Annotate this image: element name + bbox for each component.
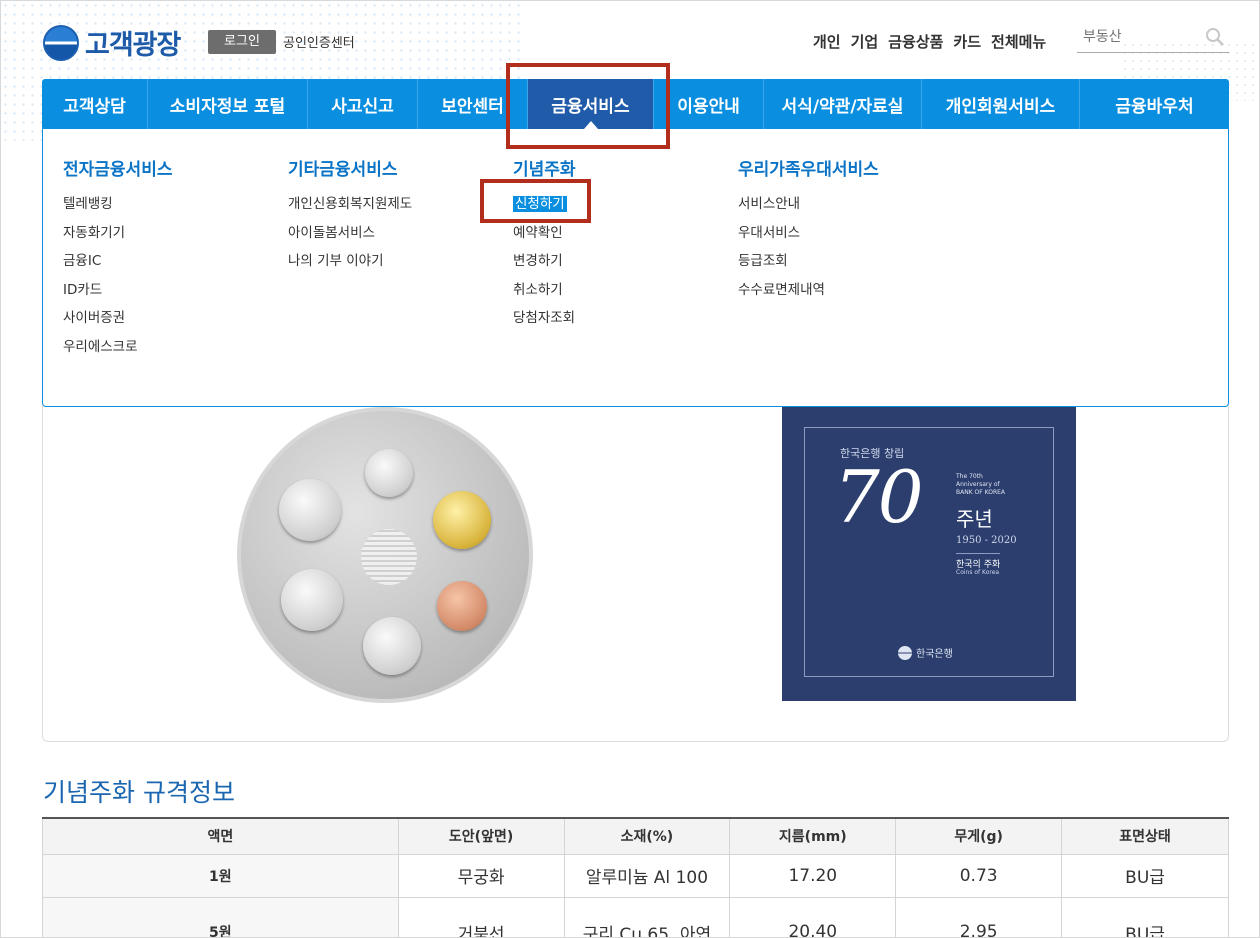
book-ju: 주년 xyxy=(956,507,993,531)
menu-column-e-banking: 전자금융서비스 텔레뱅킹 자동화기기 금융IC ID카드 사이버증권 우리에스크… xyxy=(63,155,172,364)
coin-book-cover: 한국은행 창립 70 The 70th Anniversary of BANK … xyxy=(782,407,1076,701)
gnb-item-accident-report[interactable]: 사고신고 xyxy=(308,79,418,129)
menu-link-service-guide[interactable]: 서비스안내 xyxy=(738,192,879,221)
table-row: 5원 거북선 구리 Cu 65, 아연 20.40 2.95 BU급 xyxy=(42,896,1229,937)
coin-10-won xyxy=(437,581,487,631)
coin-50-won xyxy=(363,617,421,675)
menu-link-cancel[interactable]: 취소하기 xyxy=(513,278,576,307)
top-nav-business[interactable]: 기업 xyxy=(851,31,879,52)
gnb-item-member-service[interactable]: 개인회원서비스 xyxy=(922,79,1080,129)
spec-header-material: 소재(%) xyxy=(563,817,731,855)
menu-link-telebanking[interactable]: 텔레뱅킹 xyxy=(63,192,172,221)
menu-column-title: 기타금융서비스 xyxy=(288,160,398,180)
gnb-item-consumer-portal[interactable]: 소비자정보 포털 xyxy=(148,79,308,129)
search-input[interactable] xyxy=(1077,23,1197,51)
spec-table-header-row: 액면 도안(앞면) 소재(%) 지름(mm) 무게(g) 표면상태 xyxy=(42,817,1229,855)
menu-link-atm[interactable]: 자동화기기 xyxy=(63,221,172,250)
book-korean-coins: 한국의 주화 xyxy=(956,553,1001,570)
menu-link-grade-check[interactable]: 등급조회 xyxy=(738,249,879,278)
menu-link-escrow[interactable]: 우리에스크로 xyxy=(63,335,172,364)
spec-header-diameter: 지름(mm) xyxy=(729,817,897,855)
gnb-item-consult[interactable]: 고객상담 xyxy=(42,79,148,129)
top-nav-card[interactable]: 카드 xyxy=(953,31,981,52)
cert-center-link[interactable]: 공인인증센터 xyxy=(283,32,355,51)
logo-mark-icon xyxy=(43,24,79,61)
spec-table: 액면 도안(앞면) 소재(%) 지름(mm) 무게(g) 표면상태 1원 무궁화… xyxy=(42,817,1229,937)
spec-cell-material: 구리 Cu 65, 아연 xyxy=(563,896,731,937)
book-english: The 70th Anniversary of BANK OF KOREA xyxy=(956,473,1006,496)
spec-cell-weight: 0.73 xyxy=(895,853,1063,898)
login-button[interactable]: 로그인 xyxy=(208,30,276,54)
table-row: 1원 무궁화 알루미늄 Al 100 17.20 0.73 BU급 xyxy=(42,853,1229,898)
menu-link-id-card[interactable]: ID카드 xyxy=(63,278,172,307)
menu-link-fee-exemption[interactable]: 수수료면제내역 xyxy=(738,278,879,307)
menu-link-credit-recovery[interactable]: 개인신용회복지원제도 xyxy=(288,192,412,221)
menu-link-ic[interactable]: 금융IC xyxy=(63,249,172,278)
gnb-item-voucher[interactable]: 금융바우처 xyxy=(1080,79,1229,129)
spec-header-design: 도안(앞면) xyxy=(397,817,565,855)
top-nav: 개인 기업 금융상품 카드 전체메뉴 xyxy=(813,31,1046,52)
mega-menu-dropdown: 전자금융서비스 텔레뱅킹 자동화기기 금융IC ID카드 사이버증권 우리에스크… xyxy=(42,129,1229,407)
spec-cell-diameter: 17.20 xyxy=(729,853,897,898)
coin-100-won xyxy=(365,449,413,497)
menu-column-family-benefit: 우리가족우대서비스 서비스안내 우대서비스 등급조회 수수료면제내역 xyxy=(738,155,879,306)
search-icon[interactable] xyxy=(1205,27,1225,47)
search-box xyxy=(1077,23,1229,53)
menu-link-donation[interactable]: 나의 기부 이야기 xyxy=(288,249,412,278)
spec-cell-face: 5원 xyxy=(42,896,399,937)
book-years: 1950 - 2020 xyxy=(956,535,1017,546)
menu-link-modify[interactable]: 변경하기 xyxy=(513,249,576,278)
menu-link-winner-check[interactable]: 당첨자조회 xyxy=(513,306,576,335)
spec-header-face: 액면 xyxy=(42,817,399,855)
spec-cell-surface: BU급 xyxy=(1061,896,1229,937)
page: 고객광장 로그인 공인인증센터 개인 기업 금융상품 카드 전체메뉴 고객상담 … xyxy=(0,0,1260,938)
spec-cell-material: 알루미늄 Al 100 xyxy=(563,853,731,898)
spec-section-title: 기념주화 규격정보 xyxy=(43,778,235,807)
coin-5-won xyxy=(433,491,491,549)
book-bank-name: 한국은행 xyxy=(916,649,953,660)
site-logo[interactable]: 고객광장 xyxy=(43,23,181,62)
book-coins-en: Coins of Korea xyxy=(956,569,1000,576)
menu-column-title: 우리가족우대서비스 xyxy=(738,160,879,180)
top-nav-products[interactable]: 금융상품 xyxy=(888,31,943,52)
coin-set-image xyxy=(237,407,533,703)
highlight-box-gnb xyxy=(506,63,670,149)
highlight-box-apply xyxy=(480,179,591,223)
coin-center-emblem xyxy=(361,529,417,585)
menu-link-cyber-securities[interactable]: 사이버증권 xyxy=(63,306,172,335)
spec-cell-design: 거북선 xyxy=(397,896,565,937)
spec-cell-weight: 2.95 xyxy=(895,896,1063,937)
coin-500-won xyxy=(279,479,341,541)
menu-link-reservation-check[interactable]: 예약확인 xyxy=(513,221,576,250)
bank-logo-icon xyxy=(898,645,912,660)
menu-column-title: 전자금융서비스 xyxy=(63,160,173,180)
menu-link-benefit-service[interactable]: 우대서비스 xyxy=(738,221,879,250)
book-bank-logo: 한국은행 xyxy=(898,645,953,660)
spec-cell-design: 무궁화 xyxy=(397,853,565,898)
gnb-item-forms[interactable]: 서식/약관/자료실 xyxy=(764,79,922,129)
menu-column-other-services: 기타금융서비스 개인신용회복지원제도 아이돌봄서비스 나의 기부 이야기 xyxy=(288,155,412,278)
spec-header-surface: 표면상태 xyxy=(1061,817,1229,855)
gnb-item-usage-guide[interactable]: 이용안내 xyxy=(654,79,764,129)
top-nav-all-menu[interactable]: 전체메뉴 xyxy=(991,31,1046,52)
spec-cell-face: 1원 xyxy=(42,853,399,898)
logo-text: 고객광장 xyxy=(85,30,181,61)
book-number: 70 xyxy=(834,455,924,539)
spec-cell-surface: BU급 xyxy=(1061,853,1229,898)
top-nav-personal[interactable]: 개인 xyxy=(813,31,841,52)
coin-100-won-alt xyxy=(281,569,343,631)
menu-column-title: 기념주화 xyxy=(513,160,576,180)
spec-cell-diameter: 20.40 xyxy=(729,896,897,937)
menu-link-childcare[interactable]: 아이돌봄서비스 xyxy=(288,221,412,250)
spec-header-weight: 무게(g) xyxy=(895,817,1063,855)
